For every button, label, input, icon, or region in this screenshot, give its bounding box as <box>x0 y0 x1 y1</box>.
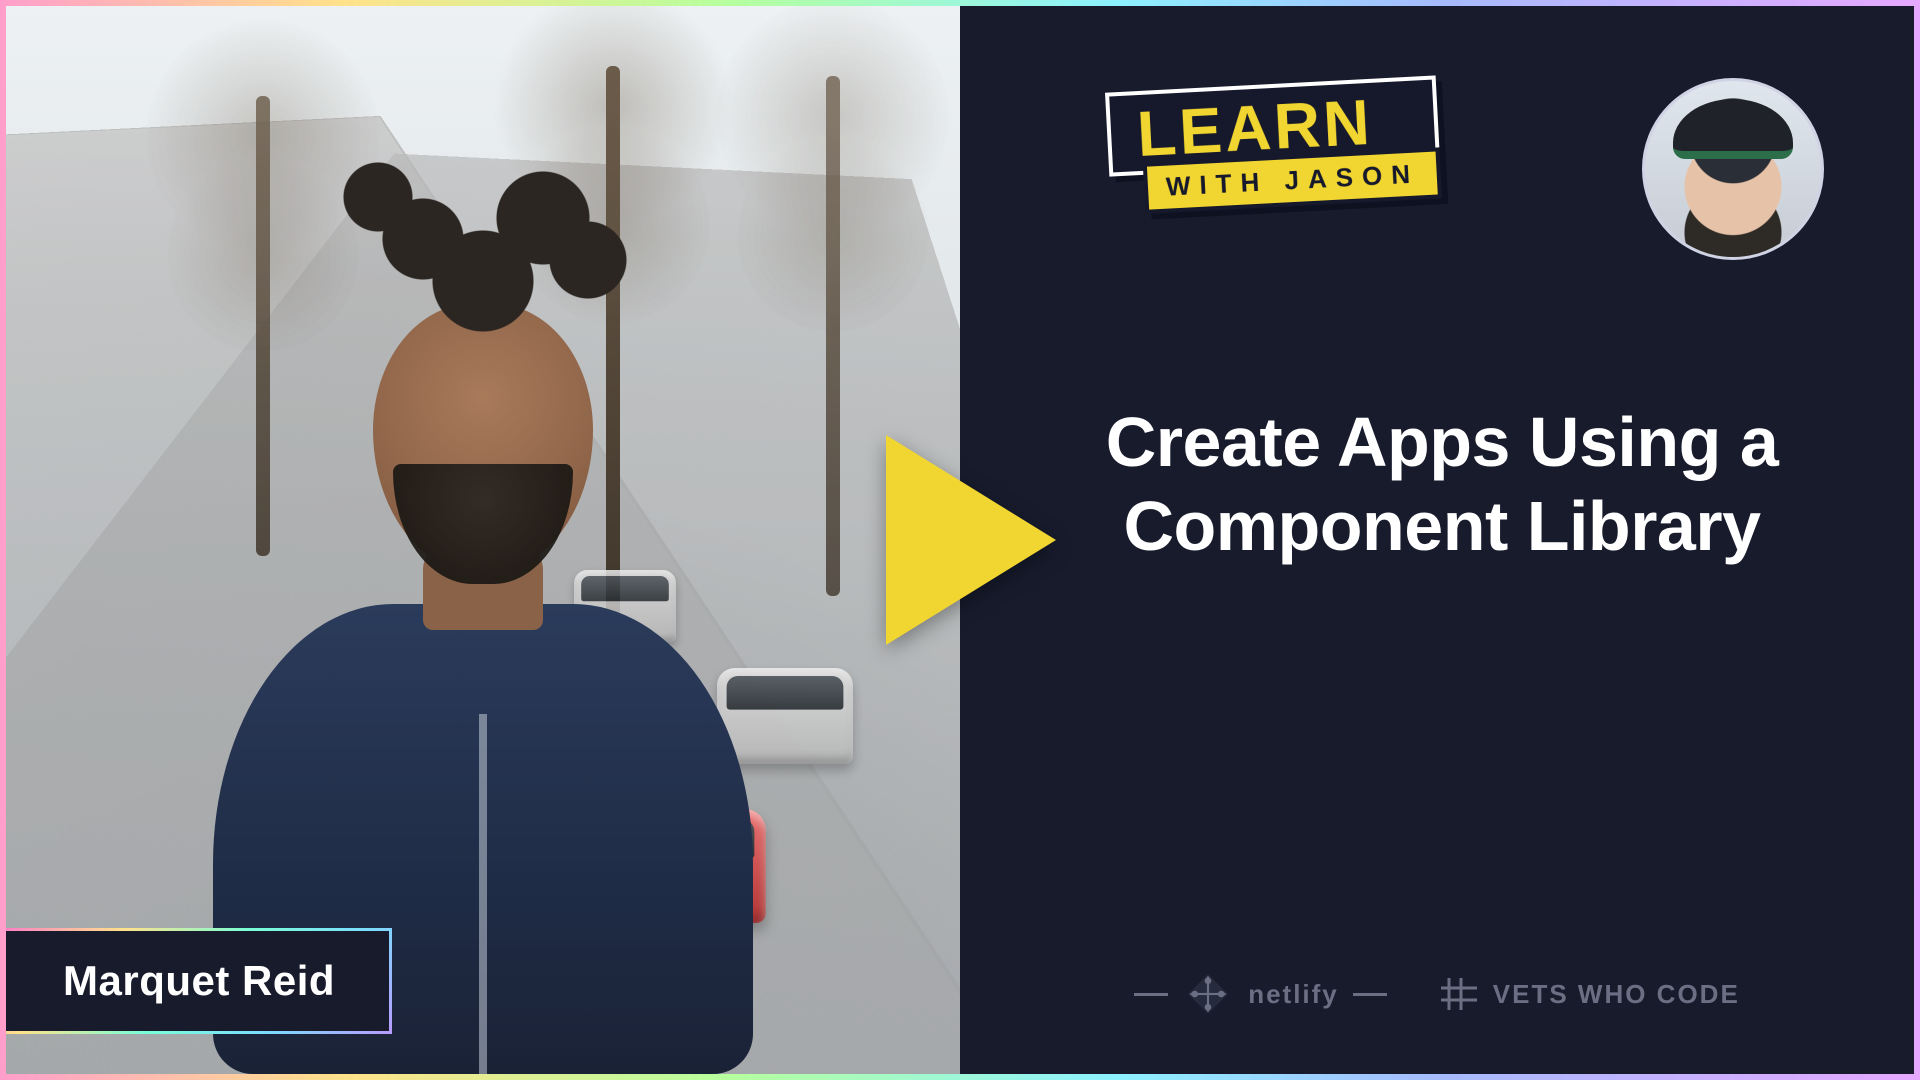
guest-name-tag: Marquet Reid <box>6 928 392 1034</box>
play-icon <box>886 435 1056 645</box>
sponsor-vets-label: VETS WHO CODE <box>1493 979 1740 1010</box>
guest-name: Marquet Reid <box>63 957 335 1004</box>
sponsor-row: netlify VETS WHO CODE <box>960 972 1914 1016</box>
play-button[interactable] <box>855 435 1065 645</box>
dash-icon <box>1353 993 1387 996</box>
sponsor-netlify: netlify <box>1134 972 1387 1016</box>
sponsor-netlify-label: netlify <box>1248 979 1339 1010</box>
show-logo-word-learn: LEARN <box>1135 86 1374 170</box>
flag-hash-icon <box>1439 974 1479 1014</box>
card-inner: Marquet Reid LEARN WITH JASON Create App… <box>6 6 1914 1074</box>
bg-tree <box>826 76 840 596</box>
dash-icon <box>1134 993 1168 996</box>
info-panel: LEARN WITH JASON Create Apps Using a Com… <box>960 6 1914 1074</box>
episode-title: Create Apps Using a Component Library <box>1030 400 1854 568</box>
sponsor-vetswhocode: VETS WHO CODE <box>1439 974 1740 1014</box>
host-avatar <box>1642 78 1824 260</box>
guest-photo-panel: Marquet Reid <box>6 6 960 1074</box>
show-logo: LEARN WITH JASON <box>1105 75 1442 215</box>
netlify-icon <box>1182 972 1234 1016</box>
video-card: Marquet Reid LEARN WITH JASON Create App… <box>0 0 1920 1080</box>
